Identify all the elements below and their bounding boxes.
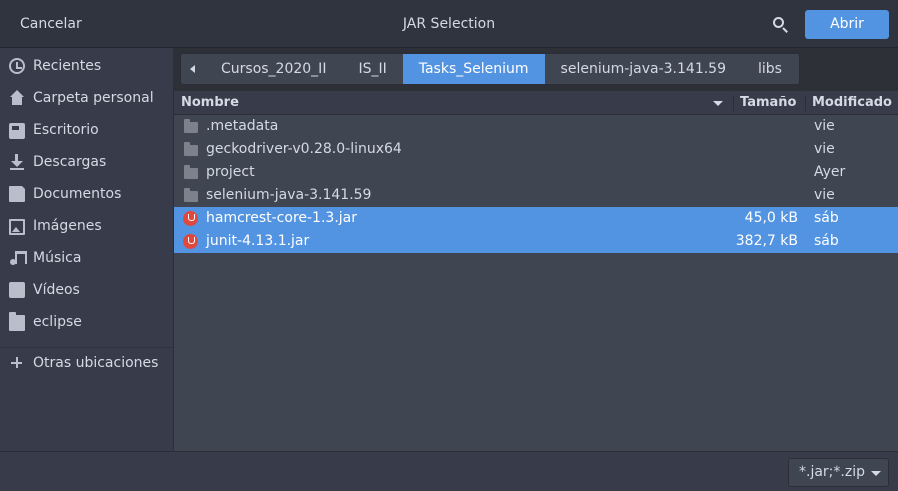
sidebar-item-label: Recientes [33, 58, 102, 74]
file-modified: vie [814, 187, 835, 203]
home-icon [9, 90, 25, 106]
file-modified: vie [814, 118, 835, 134]
header-bar: Cancelar JAR Selection Abrir [0, 0, 898, 48]
file-modified: Ayer [814, 164, 846, 180]
column-header-name[interactable]: Nombre [181, 91, 239, 115]
sort-descending-icon [713, 101, 723, 106]
sidebar-item-label: Imágenes [33, 218, 102, 234]
file-type-filter-dropdown[interactable]: *.jar;*.zip [788, 458, 889, 487]
search-icon [773, 17, 784, 28]
path-bar: Cursos_2020_II IS_II Tasks_Selenium sele… [180, 53, 800, 85]
column-header-size[interactable]: Tamaño [740, 91, 796, 115]
desktop-icon [9, 123, 25, 139]
file-list: Nombre Tamaño Modificado .metadata vie g… [174, 91, 898, 451]
folder-icon [184, 142, 198, 156]
plus-icon [9, 355, 25, 371]
sidebar-item-label: Escritorio [33, 122, 99, 138]
dialog-title: JAR Selection [402, 16, 496, 32]
document-icon [9, 185, 26, 202]
cancel-button[interactable]: Cancelar [6, 10, 96, 38]
file-modified: sáb [814, 210, 839, 226]
path-crumb-active[interactable]: Tasks_Selenium [402, 54, 545, 84]
filter-bar: *.jar;*.zip [0, 451, 898, 491]
sidebar-item-label: Otras ubicaciones [33, 355, 159, 371]
chevron-down-icon [871, 471, 881, 476]
java-jar-icon [183, 234, 198, 249]
sidebar-item-desktop[interactable]: Escritorio [0, 114, 173, 146]
sidebar-item-documents[interactable]: Documentos [0, 178, 173, 210]
path-scroll-left-icon[interactable] [181, 54, 205, 84]
path-crumb[interactable]: libs [742, 54, 798, 84]
path-crumb[interactable]: selenium-java-3.141.59 [545, 54, 742, 84]
places-sidebar: Recientes Carpeta personal Escritorio De… [0, 48, 174, 451]
sidebar-item-images[interactable]: Imágenes [0, 210, 173, 242]
file-name: junit-4.13.1.jar [206, 233, 310, 249]
path-scroll-right-icon[interactable] [798, 54, 799, 84]
sidebar-item-label: Documentos [33, 186, 122, 202]
sidebar-item-music[interactable]: Música [0, 242, 173, 274]
sidebar-item-home[interactable]: Carpeta personal [0, 82, 173, 114]
folder-icon [184, 188, 198, 202]
column-header-row: Nombre Tamaño Modificado [174, 91, 898, 115]
sidebar-item-label: Música [33, 250, 82, 266]
file-row[interactable]: .metadata vie [174, 115, 898, 138]
open-button[interactable]: Abrir [805, 10, 889, 39]
folder-icon [184, 165, 198, 179]
file-name: hamcrest-core-1.3.jar [206, 210, 357, 226]
file-row[interactable]: geckodriver-v0.28.0-linux64 vie [174, 138, 898, 161]
file-size: 45,0 kB [744, 210, 798, 226]
folder-icon [9, 312, 25, 331]
java-jar-icon [183, 211, 198, 226]
music-icon [9, 250, 27, 266]
download-icon [9, 154, 25, 170]
search-button[interactable] [766, 12, 794, 38]
sidebar-item-downloads[interactable]: Descargas [0, 146, 173, 178]
sidebar-item-recent[interactable]: Recientes [0, 50, 173, 82]
file-row-selected[interactable]: junit-4.13.1.jar 382,7 kB sáb [174, 230, 898, 253]
column-header-modified[interactable]: Modificado [812, 91, 892, 115]
sidebar-item-other-locations[interactable]: Otras ubicaciones [0, 347, 173, 379]
file-row[interactable]: project Ayer [174, 161, 898, 184]
path-crumb[interactable]: Cursos_2020_II [205, 54, 342, 84]
sidebar-item-videos[interactable]: Vídeos [0, 274, 173, 306]
sidebar-item-label: Vídeos [33, 282, 80, 298]
sidebar-item-label: eclipse [33, 314, 82, 330]
file-row-selected[interactable]: hamcrest-core-1.3.jar 45,0 kB sáb [174, 207, 898, 230]
file-size: 382,7 kB [735, 233, 798, 249]
image-icon [9, 219, 25, 235]
file-name: .metadata [206, 118, 279, 134]
file-row[interactable]: selenium-java-3.141.59 vie [174, 184, 898, 207]
filter-selected-value: *.jar;*.zip [799, 464, 865, 480]
sidebar-item-label: Carpeta personal [33, 90, 154, 106]
folder-icon [184, 119, 198, 133]
file-name: project [206, 164, 255, 180]
video-icon [9, 282, 25, 298]
file-name: geckodriver-v0.28.0-linux64 [206, 141, 402, 157]
path-crumb[interactable]: IS_II [342, 54, 402, 84]
file-name: selenium-java-3.141.59 [206, 187, 372, 203]
sidebar-item-eclipse[interactable]: eclipse [0, 306, 173, 338]
file-modified: vie [814, 141, 835, 157]
sidebar-item-label: Descargas [33, 154, 107, 170]
file-modified: sáb [814, 233, 839, 249]
recent-clock-icon [9, 58, 25, 74]
